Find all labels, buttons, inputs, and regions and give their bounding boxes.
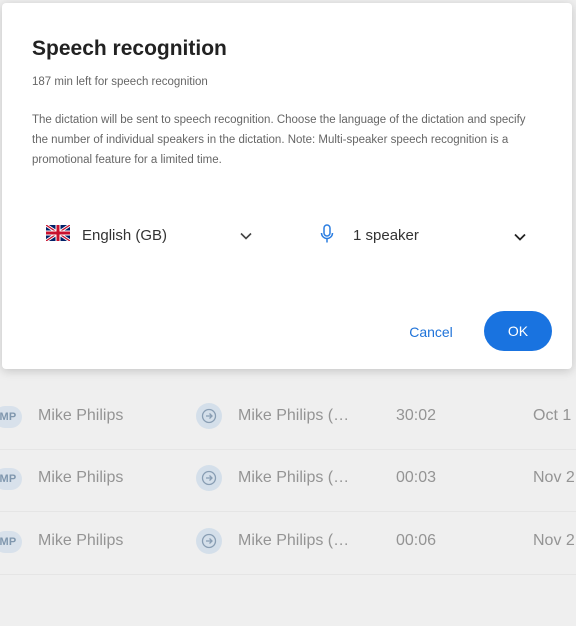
dialog-title: Speech recognition	[32, 37, 227, 60]
language-select[interactable]: English (GB)	[44, 219, 262, 253]
chevron-down-icon	[514, 233, 526, 241]
chevron-down-icon	[240, 232, 252, 240]
speech-recognition-dialog: Speech recognition 187 min left for spee…	[2, 3, 572, 369]
minutes-left-text: 187 min left for speech recognition	[32, 76, 208, 88]
speaker-count-selected-label: 1 speaker	[353, 227, 419, 244]
speaker-count-select[interactable]: 1 speaker	[318, 219, 538, 253]
ok-button[interactable]: OK	[484, 311, 552, 351]
uk-flag-icon	[46, 225, 70, 241]
dialog-description: The dictation will be sent to speech rec…	[32, 114, 526, 166]
language-selected-label: English (GB)	[82, 227, 168, 244]
cancel-button[interactable]: Cancel	[400, 313, 462, 351]
microphone-icon	[320, 224, 334, 243]
